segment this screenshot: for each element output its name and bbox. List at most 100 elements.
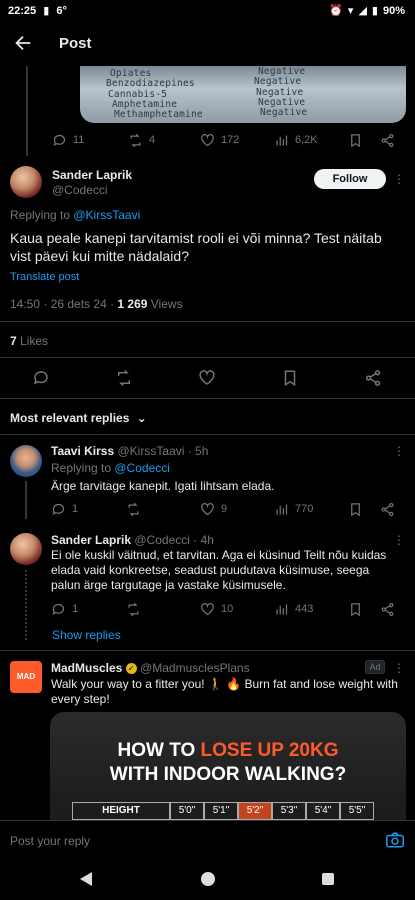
reply-header: Sander Laprik @Codecci · 4h	[51, 533, 214, 547]
replying-to: Replying to @KirssTaavi	[10, 208, 140, 222]
ad-headline-white: HOW TO	[117, 740, 201, 761]
back-arrow-icon[interactable]	[12, 32, 34, 54]
system-nav-bar	[0, 860, 415, 900]
top-bar: Post	[0, 22, 415, 66]
repost-icon	[130, 133, 141, 147]
show-replies-link[interactable]: Show replies	[52, 628, 121, 642]
avatar[interactable]	[10, 445, 42, 477]
reply-action-bar: 1 10 443	[0, 601, 415, 617]
bookmark-button[interactable]	[348, 602, 363, 617]
reply-author-name[interactable]: Taavi Kirss	[51, 444, 114, 458]
bookmark-button[interactable]	[348, 133, 363, 148]
ad-author-handle[interactable]: @MadmusclesPlans	[140, 661, 250, 675]
reply-button[interactable]	[32, 369, 50, 387]
more-options-icon[interactable]: ⋮	[392, 444, 406, 458]
bookmark-icon	[351, 502, 360, 516]
reply-button[interactable]: 1	[51, 502, 78, 517]
replying-to: Replying to @Codecci	[51, 461, 170, 475]
bookmark-icon	[351, 602, 360, 616]
replying-to-link[interactable]: @KirssTaavi	[73, 208, 140, 222]
views-icon	[276, 135, 288, 145]
ad-headline-line2: WITH INDOOR WALKING?	[109, 764, 347, 785]
divider	[0, 398, 415, 399]
repost-button[interactable]	[126, 602, 141, 617]
likes-count: 7	[10, 334, 17, 348]
reply-header: Taavi Kirss @KirssTaavi · 5h	[51, 444, 208, 458]
reply-input[interactable]: Post your reply	[10, 834, 370, 848]
replies-sort-dropdown[interactable]: Most relevant replies ⌄	[10, 411, 147, 425]
heart-icon	[199, 370, 215, 385]
reply-button[interactable]: 11	[52, 133, 84, 148]
reply-icon	[33, 371, 48, 385]
views-count: 443	[295, 603, 314, 615]
repost-button[interactable]	[115, 369, 133, 387]
more-options-icon[interactable]: ⋮	[392, 172, 406, 186]
ad-author-name[interactable]: MadMuscles	[51, 661, 122, 675]
divider	[0, 650, 415, 651]
height-cell-selected: 5'2"	[238, 802, 272, 820]
views-button[interactable]: 6,2K	[274, 133, 318, 148]
views-button[interactable]: 443	[274, 602, 313, 617]
reply-author-handle[interactable]: @KirssTaavi · 5h	[118, 444, 209, 458]
ad-header: MadMuscles ✓ @MadmusclesPlans	[51, 661, 250, 675]
share-button[interactable]	[380, 502, 395, 517]
post-image[interactable]: Opiates Benzodiazepines Cannabis-5 Amphe…	[80, 66, 406, 123]
share-icon	[365, 370, 381, 386]
bookmark-button[interactable]	[348, 502, 363, 517]
more-options-icon[interactable]: ⋮	[392, 661, 406, 675]
share-button[interactable]	[364, 369, 382, 387]
like-button[interactable]: 172	[200, 133, 239, 148]
author-handle[interactable]: @Codecci	[52, 183, 108, 197]
reply-count: 11	[73, 134, 85, 146]
views-icon	[276, 504, 288, 514]
nav-back-icon[interactable]	[80, 872, 92, 886]
share-icon	[381, 133, 394, 147]
like-button[interactable]: 10	[200, 602, 233, 617]
follow-button[interactable]: Follow	[314, 169, 386, 189]
reply-button[interactable]: 1	[51, 602, 78, 617]
repost-button[interactable]	[126, 502, 141, 517]
like-button[interactable]: 9	[200, 502, 227, 517]
nav-recents-icon[interactable]	[322, 873, 334, 885]
like-count: 10	[221, 603, 234, 615]
translate-link[interactable]: Translate post	[10, 271, 79, 283]
avatar[interactable]	[10, 533, 42, 565]
repost-button[interactable]: 4	[128, 133, 155, 148]
reply-icon	[52, 503, 65, 515]
ad-logo[interactable]: MAD	[10, 661, 42, 693]
height-cell: 5'3"	[272, 802, 306, 820]
reply-author-name[interactable]: Sander Laprik	[51, 533, 131, 547]
nav-home-icon[interactable]	[201, 872, 215, 886]
bookmark-button[interactable]	[281, 369, 299, 387]
height-header: HEIGHT	[72, 802, 170, 820]
likes-summary[interactable]: 7 Likes	[10, 334, 48, 348]
author-name[interactable]: Sander Laprik	[52, 168, 132, 182]
post-text: Kaua peale kanepi tarvitamist rooli ei v…	[10, 230, 382, 264]
more-options-icon[interactable]: ⋮	[392, 533, 406, 547]
media-label: Negative	[260, 107, 308, 118]
avatar[interactable]	[10, 166, 42, 198]
like-button[interactable]	[198, 369, 216, 387]
post-views-count[interactable]: 1 269	[117, 297, 147, 311]
reply-count: 1	[72, 603, 79, 615]
replying-prefix: Replying to	[51, 461, 115, 475]
battery-icon: ▮	[371, 5, 378, 17]
views-button[interactable]: 770	[274, 502, 313, 517]
repost-icon	[128, 602, 139, 616]
ad-media-card[interactable]: HOW TO LOSE UP 20KG WITH INDOOR WALKING?…	[50, 712, 406, 820]
ad-headline-line1: HOW TO LOSE UP 20KG	[50, 740, 406, 762]
bookmark-icon	[351, 133, 360, 147]
replies-sort-label: Most relevant replies	[10, 411, 130, 425]
share-button[interactable]	[380, 133, 395, 148]
share-button[interactable]	[380, 602, 395, 617]
divider	[0, 434, 415, 435]
height-cell: 5'5"	[340, 802, 374, 820]
reply-action-bar: 1 9 770	[0, 501, 415, 517]
heart-icon	[201, 602, 214, 615]
page-title: Post	[59, 35, 92, 52]
camera-icon[interactable]	[386, 832, 404, 848]
reply-icon	[52, 603, 65, 615]
media-label: Methamphetamine	[114, 109, 203, 120]
reply-author-handle[interactable]: @Codecci · 4h	[134, 533, 214, 547]
replying-to-link[interactable]: @Codecci	[114, 461, 170, 475]
